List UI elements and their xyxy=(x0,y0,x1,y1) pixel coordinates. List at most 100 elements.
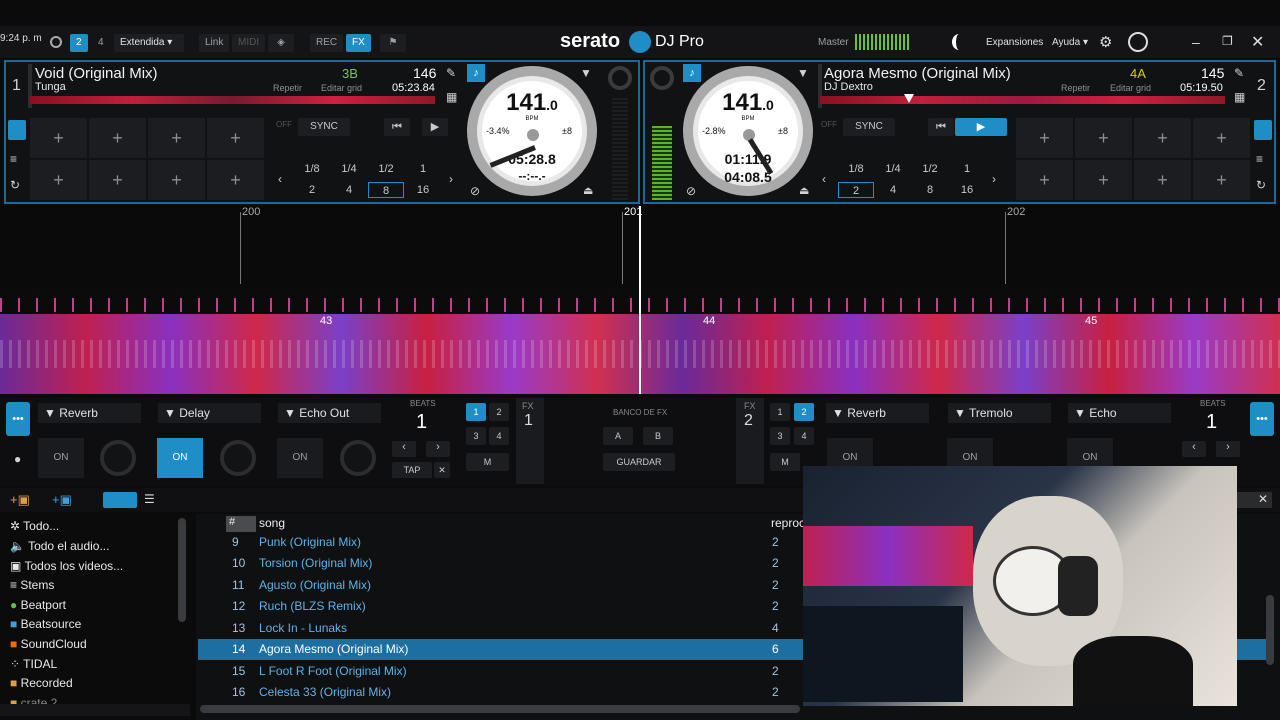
fx-1-ch-4[interactable]: 4 xyxy=(489,427,509,445)
fx-2-beats-prev-icon[interactable]: ‹ xyxy=(1182,441,1206,457)
col-header-number[interactable]: # xyxy=(226,516,256,532)
col-header-song[interactable]: song xyxy=(259,516,285,530)
deck-2-gain-knob[interactable] xyxy=(650,66,674,90)
sidebar-item-soundcloud[interactable]: ■ SoundCloud xyxy=(10,635,87,653)
link-button[interactable]: Link xyxy=(199,34,230,52)
deck-1-cue-6[interactable]: + xyxy=(89,160,146,200)
deck-1-platter[interactable]: 141.0 BPM -3.4% ±8 05:28.8 --:--.- xyxy=(467,66,597,196)
deck-2-platter[interactable]: 141.0 BPM -2.8% ±8 01:11.9 04:08.5 xyxy=(683,66,813,196)
brightness-icon[interactable] xyxy=(50,36,62,48)
deck-1-eject-icon[interactable]: ⏏ xyxy=(583,184,593,197)
deck-1-edit-grid[interactable]: Editar grid xyxy=(321,83,362,93)
close-icon[interactable]: ✕ xyxy=(1251,32,1264,52)
deck-2-edit-grid[interactable]: Editar grid xyxy=(1110,83,1151,93)
fx-1-beats-prev-icon[interactable]: ‹ xyxy=(392,441,416,457)
fx-button[interactable]: FX xyxy=(346,34,371,52)
deck-2-cue-mode-icon[interactable] xyxy=(1254,120,1272,140)
deck-1-loop-frac-1[interactable]: 1/8 xyxy=(294,161,330,177)
deck-1-cue-7[interactable]: + xyxy=(148,160,205,200)
fx-2-beats-next-icon[interactable]: › xyxy=(1216,441,1240,457)
fx-1-expand-icon[interactable]: ••• xyxy=(6,402,30,436)
fx-1-ch-3[interactable]: 3 xyxy=(466,427,486,445)
deck-1-loop-4[interactable]: 4 xyxy=(331,182,367,198)
help-menu[interactable]: Ayuda ▾ xyxy=(1052,37,1088,48)
view-waveform-icon[interactable] xyxy=(103,492,137,508)
deck-1-loop-8[interactable]: 8 xyxy=(368,182,404,198)
deck-2-cue-3[interactable]: + xyxy=(1134,118,1191,158)
deck-1-cue-8[interactable]: + xyxy=(207,160,264,200)
rec-button[interactable]: REC xyxy=(310,34,344,52)
fx-1-slot-3-select[interactable]: ▼ Echo Out xyxy=(278,403,381,423)
deck-2-overview-waveform[interactable] xyxy=(820,96,1225,104)
sidebar-item-all[interactable]: ✲ Todo... xyxy=(10,517,59,535)
sidebar-item-all-videos[interactable]: ▣ Todos los videos... xyxy=(10,557,123,575)
flip-icon[interactable]: ⚑ xyxy=(380,34,406,52)
minimize-icon[interactable]: – xyxy=(1192,34,1200,50)
fx-bank-b[interactable]: B xyxy=(643,427,673,445)
fx-1-slot-1-select[interactable]: ▼ Reverb xyxy=(38,403,141,423)
sidebar-item-tidal[interactable]: ⁘ TIDAL xyxy=(10,655,57,673)
fx-2-slot-1-select[interactable]: ▼ Reverb xyxy=(826,403,929,423)
col-header-plays[interactable]: reproc xyxy=(771,516,805,530)
tracklist-hscrollbar[interactable] xyxy=(200,705,800,713)
fx-1-beats-next-icon[interactable]: › xyxy=(426,441,450,457)
deck-2-loop-prev-icon[interactable]: ‹ xyxy=(822,172,826,186)
deck-2-loop-2[interactable]: 2 xyxy=(838,182,874,198)
deck-2-loop-frac-2[interactable]: 1/4 xyxy=(875,161,911,177)
fx-1-slot-2-knob[interactable] xyxy=(220,440,256,476)
sidebar-item-stems[interactable]: ≡ Stems xyxy=(10,576,54,594)
fx-2-m-button[interactable]: M xyxy=(770,453,800,471)
volume-knob-icon[interactable] xyxy=(952,34,966,50)
gear-icon[interactable]: ⚙ xyxy=(1099,33,1112,51)
deck-1-gain-knob[interactable] xyxy=(608,66,632,90)
fx-1-dot-icon[interactable]: ● xyxy=(14,452,21,466)
fx-1-clear-icon[interactable]: ✕ xyxy=(434,462,450,478)
deck-2-loop-8[interactable]: 8 xyxy=(912,182,948,198)
deck-2-loop-frac-1[interactable]: 1/8 xyxy=(838,161,874,177)
deck-2-slip-icon[interactable]: ⊘ xyxy=(686,184,696,198)
fx-1-slot-1-knob[interactable] xyxy=(100,440,136,476)
deck-2-list-icon[interactable]: ≡ xyxy=(1256,152,1263,166)
fx-1-slot-2-on[interactable]: ON xyxy=(157,438,203,478)
deck-2-loop-next-icon[interactable]: › xyxy=(992,172,996,186)
view-list-icon[interactable]: ☰ xyxy=(144,492,174,508)
fx-1-tap-button[interactable]: TAP xyxy=(392,462,432,478)
fx-2-ch-1[interactable]: 1 xyxy=(770,403,790,421)
deck-2-cue-2[interactable]: + xyxy=(1075,118,1132,158)
fx-1-slot-3-on[interactable]: ON xyxy=(277,438,323,478)
deck-1-loop-frac-4[interactable]: 1 xyxy=(405,161,441,177)
fx-1-ch-1[interactable]: 1 xyxy=(466,403,486,421)
deck-2-loop-4[interactable]: 4 xyxy=(875,182,911,198)
add-smart-crate-icon[interactable]: +▣ xyxy=(52,492,72,508)
fx-2-expand-icon[interactable]: ••• xyxy=(1250,402,1274,436)
tracklist-vscrollbar[interactable] xyxy=(1266,595,1274,665)
deck-1-loop-icon[interactable]: ↻ xyxy=(10,178,20,192)
deck-2-pencil-icon[interactable]: ✎ xyxy=(1234,66,1244,80)
close-search-icon[interactable]: ✕ xyxy=(1258,492,1268,506)
deck-1-loop-16[interactable]: 16 xyxy=(405,182,441,198)
four-deck-button[interactable]: 4 xyxy=(92,34,110,52)
deck-1-cue-1[interactable]: + xyxy=(30,118,87,158)
sidebar-item-beatsource[interactable]: ■ Beatsource xyxy=(10,615,81,633)
deck-2-cue-4[interactable]: + xyxy=(1193,118,1250,158)
deck-1-loop-prev-icon[interactable]: ‹ xyxy=(278,172,282,186)
deck-1-menu-icon[interactable]: ▼ xyxy=(580,66,592,80)
deck-2-grid-icon[interactable]: ▦ xyxy=(1234,90,1245,104)
fx-bank-save[interactable]: GUARDAR xyxy=(603,453,675,471)
two-deck-button[interactable]: 2 xyxy=(70,34,88,52)
deck-2-play-button[interactable]: ▶ xyxy=(955,118,1007,136)
deck-1-slip-icon[interactable]: ⊘ xyxy=(470,184,480,198)
deck-1-play-button[interactable]: ▶ xyxy=(422,118,448,136)
deck-1-repeat[interactable]: Repetir xyxy=(273,83,302,93)
fx-2-slot-2-select[interactable]: ▼ Tremolo xyxy=(948,403,1051,423)
deck-2-cue-6[interactable]: + xyxy=(1075,160,1132,200)
expansions-menu[interactable]: Expansiones xyxy=(986,37,1043,48)
deck-1-overview-waveform[interactable] xyxy=(30,96,435,104)
deck-2-cue-1[interactable]: + xyxy=(1016,118,1073,158)
deck-1-pencil-icon[interactable]: ✎ xyxy=(446,66,456,80)
fx-bank-a[interactable]: A xyxy=(603,427,633,445)
sidebar-scrollbar[interactable] xyxy=(178,518,186,622)
deck-1-grid-icon[interactable]: ▦ xyxy=(446,90,457,104)
deck-1-cue-mode-icon[interactable] xyxy=(8,120,26,140)
sidebar-hscroll[interactable] xyxy=(0,704,190,716)
